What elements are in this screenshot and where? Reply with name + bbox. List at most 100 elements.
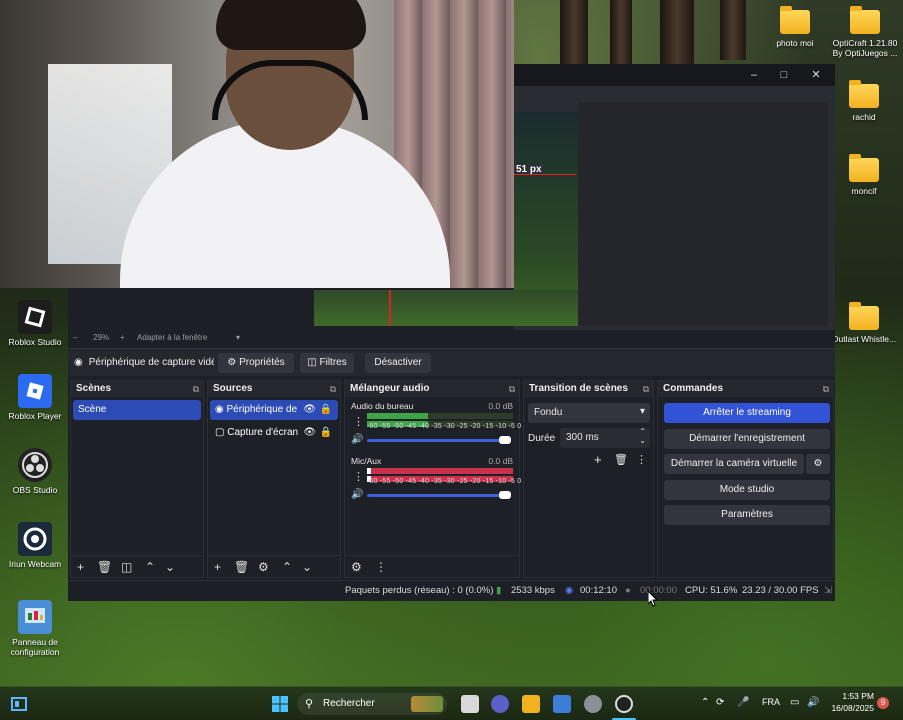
add-icon[interactable]: + xyxy=(77,560,84,574)
chevron-up-icon[interactable]: ⌃ xyxy=(701,697,709,708)
teams-icon[interactable] xyxy=(491,695,509,713)
sources-dock-header: Sources ⧉ xyxy=(208,381,340,397)
trash-icon[interactable]: 🗑 xyxy=(234,560,249,574)
widgets-icon[interactable] xyxy=(10,695,28,713)
lock-icon[interactable]: 🔒 xyxy=(320,400,332,420)
sources-dock: Sources ⧉ ◉ Périphérique de 👁 🔒 ▢ Captur… xyxy=(207,380,341,578)
gear-icon[interactable]: ⚙ xyxy=(258,560,269,574)
desktop-icon-control-panel[interactable]: Panneau de configuration xyxy=(0,600,70,657)
microphone-icon[interactable]: 🎤 xyxy=(737,697,749,708)
start-virtual-camera-button[interactable]: Démarrer la caméra virtuelle xyxy=(664,454,804,474)
desktop-icon-label: Outlast Whistle... xyxy=(831,334,897,344)
network-icon[interactable]: ▭ xyxy=(790,697,799,708)
source-item[interactable]: ▢ Capture d'écran 👁 🔒 xyxy=(210,423,338,443)
desktop-icon-roblox-studio[interactable]: Roblox Studio xyxy=(0,300,70,347)
desktop-icon-roblox-player[interactable]: Roblox Player xyxy=(0,374,70,421)
maximize-icon[interactable]: □ xyxy=(776,68,792,82)
speaker-icon[interactable]: 🔊 xyxy=(351,489,363,500)
obs-taskbar-icon[interactable] xyxy=(615,695,633,713)
desktop-icon-iriun-webcam[interactable]: Iriun Webcam xyxy=(0,522,70,569)
lock-icon[interactable]: 🔒 xyxy=(320,423,332,443)
start-recording-button[interactable]: Démarrer l'enregistrement xyxy=(664,429,830,449)
add-icon[interactable]: + xyxy=(214,560,221,574)
more-icon[interactable]: ⋮ xyxy=(636,453,647,466)
filters-label: Filtres xyxy=(319,357,347,368)
advanced-audio-icon[interactable]: ⚙ xyxy=(351,560,362,574)
audio-mixer-header: Mélangeur audio ⧉ xyxy=(345,381,519,397)
disable-button[interactable]: Désactiver xyxy=(365,353,431,373)
task-view-icon[interactable] xyxy=(461,695,479,713)
taskbar-search[interactable]: ⚲ Rechercher xyxy=(297,693,447,715)
obs-titlebar[interactable]: – □ ✕ xyxy=(514,64,835,86)
undock-icon[interactable]: ⧉ xyxy=(330,381,336,397)
close-icon[interactable]: ✕ xyxy=(808,68,824,82)
filters-button[interactable]: ◫ Filtres xyxy=(300,353,354,373)
properties-button[interactable]: ⚙ Propriétés xyxy=(218,353,294,373)
eye-icon[interactable]: 👁 xyxy=(303,423,316,443)
taskbar-clock[interactable]: 1:53 PM 16/08/2025 xyxy=(826,691,874,713)
filter-icon[interactable]: ◫ xyxy=(121,560,132,574)
file-explorer-icon[interactable] xyxy=(522,695,540,713)
resize-grip-icon[interactable]: ⇲ xyxy=(824,585,832,596)
desktop-icon-outlast[interactable]: Outlast Whistle... xyxy=(829,302,899,344)
duration-spinbox[interactable]: 300 ms ⌃ ⌄ xyxy=(560,427,650,448)
transition-type-select[interactable]: Fondu ▾ xyxy=(528,403,650,423)
undock-icon[interactable]: ⧉ xyxy=(823,381,829,397)
more-icon[interactable]: ⋮ xyxy=(375,560,387,574)
desktop-icon-obs-studio[interactable]: OBS Studio xyxy=(0,448,70,495)
control-panel-taskbar-icon[interactable] xyxy=(553,695,571,713)
trash-icon[interactable]: 🗑 xyxy=(614,453,628,466)
minimize-icon[interactable]: – xyxy=(746,68,762,82)
webcam-person-hair xyxy=(216,0,366,50)
add-icon[interactable]: + xyxy=(594,452,602,467)
arrow-down-icon[interactable]: ⌄ xyxy=(165,560,175,574)
gear-icon: ⚙ xyxy=(813,458,823,469)
more-icon[interactable]: ⋮ xyxy=(353,415,364,428)
trash-icon[interactable]: 🗑 xyxy=(97,560,112,574)
desktop-icon-opticraft[interactable]: OptiCraft 1.21.80 By OptiJuegos ... xyxy=(830,6,900,58)
studio-mode-button[interactable]: Mode studio xyxy=(664,480,830,500)
zoom-plus-icon[interactable]: + xyxy=(120,333,125,342)
volume-icon[interactable]: 🔊 xyxy=(807,697,819,708)
notification-badge[interactable]: 9 xyxy=(877,697,889,709)
record-time: 00:00:00 xyxy=(640,585,677,596)
preview-strip xyxy=(314,290,578,326)
source-toolbar-name: ◉ Périphérique de capture vidéo xyxy=(74,355,214,371)
source-item[interactable]: ◉ Périphérique de 👁 🔒 xyxy=(210,400,338,420)
more-icon[interactable]: ⋮ xyxy=(353,470,364,483)
chevron-up-icon[interactable]: ⌃ xyxy=(639,427,646,436)
desktop-icon-moncif[interactable]: moncif xyxy=(829,154,899,196)
scene-item[interactable]: Scène xyxy=(73,400,201,420)
eye-icon[interactable]: 👁 xyxy=(303,400,316,420)
desktop-icon-rachid[interactable]: rachid xyxy=(829,80,899,122)
arrow-down-icon[interactable]: ⌄ xyxy=(302,560,312,574)
obs-preview[interactable]: 51 px xyxy=(314,86,835,330)
volume-slider-knob[interactable] xyxy=(499,436,511,444)
speaker-icon[interactable]: 🔊 xyxy=(351,434,363,445)
desktop-icon-photo-moi[interactable]: photo moi xyxy=(760,6,830,48)
chevron-down-icon[interactable]: ⌄ xyxy=(639,436,646,445)
source-toolbar-label: Périphérique de capture vidéo xyxy=(88,357,214,368)
undock-icon[interactable]: ⧉ xyxy=(509,381,515,397)
volume-slider-knob[interactable] xyxy=(499,491,511,499)
undock-icon[interactable]: ⧉ xyxy=(643,381,649,397)
desktop-icon-label: OBS Studio xyxy=(12,485,58,495)
sync-icon[interactable]: ⟳ xyxy=(716,697,724,708)
undock-icon[interactable]: ⧉ xyxy=(193,381,199,397)
chevron-down-icon[interactable]: ▾ xyxy=(236,333,240,342)
settings-button[interactable]: Paramètres xyxy=(664,505,830,525)
audio-mixer-title: Mélangeur audio xyxy=(350,383,430,394)
stop-streaming-button[interactable]: Arrêter le streaming xyxy=(664,403,830,423)
arrow-up-icon[interactable]: ⌃ xyxy=(145,560,155,574)
arrow-up-icon[interactable]: ⌃ xyxy=(282,560,292,574)
volume-slider[interactable] xyxy=(367,439,507,442)
volume-slider[interactable] xyxy=(367,494,507,497)
virtual-camera-settings-button[interactable]: ⚙ xyxy=(806,454,830,474)
language-indicator[interactable]: FRA xyxy=(762,697,780,707)
start-menu-icon[interactable] xyxy=(271,695,289,713)
search-icon: ⚲ xyxy=(305,698,314,710)
zoom-fit-label[interactable]: Adapter à la fenêtre xyxy=(137,333,207,342)
zoom-minus-icon[interactable]: – xyxy=(73,333,77,342)
settings-taskbar-icon[interactable] xyxy=(584,695,602,713)
webcam-overlay xyxy=(0,0,514,288)
